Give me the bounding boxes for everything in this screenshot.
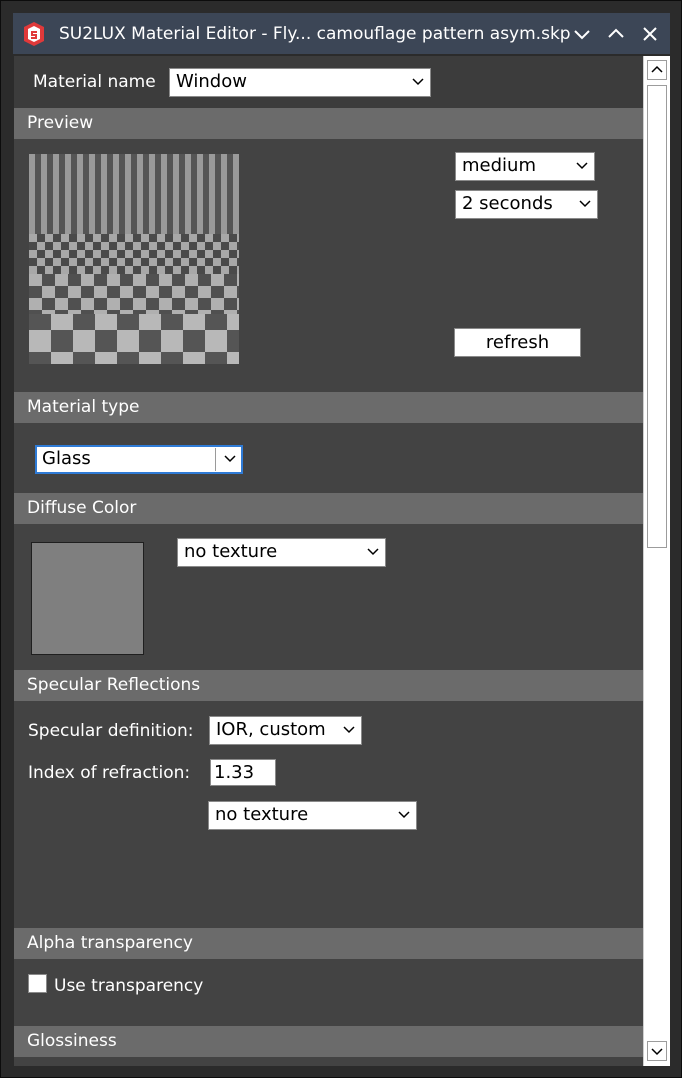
chevron-down-icon [579,200,591,208]
ior-input[interactable]: 1.33 [210,759,276,786]
chevron-down-icon [343,726,355,734]
refresh-button[interactable]: refresh [454,328,581,357]
scroll-up-button[interactable] [647,60,667,80]
chevron-down-icon [651,1048,663,1056]
preview-quality-select[interactable]: medium [455,152,595,181]
material-name-bar: Material name Window [14,56,643,108]
use-transparency-checkbox[interactable] [28,974,47,993]
preview-quality-value: medium [462,155,536,176]
vertical-scrollbar[interactable] [643,56,670,1066]
specular-texture-select[interactable]: no texture [208,801,417,830]
specular-texture-value: no texture [215,804,309,825]
material-type-select[interactable]: Glass [35,445,243,474]
diffuse-texture-value: no texture [184,541,278,562]
chevron-up-icon [651,65,663,73]
diffuse-color-header: Diffuse Color [14,493,643,524]
editor-content: Material name Window Preview medium 2 se… [14,56,643,1066]
scroll-down-button[interactable] [647,1041,667,1061]
chevron-down-icon [398,811,410,819]
material-preview-image [29,154,239,364]
specular-reflections-header: Specular Reflections [14,670,643,701]
chevron-down-icon [224,455,236,463]
close-icon[interactable] [637,21,663,47]
alpha-transparency-header: Alpha transparency [14,928,643,959]
material-name-label: Material name [33,72,156,92]
sketchup-logo-icon [24,22,44,46]
material-editor-window: SU2LUX Material Editor - Fly... camoufla… [0,0,682,1078]
chevron-down-icon [367,548,379,556]
material-type-value: Glass [42,448,91,469]
glossiness-header: Glossiness [14,1026,643,1057]
material-name-value: Window [176,71,247,92]
select-divider [215,448,216,471]
preview-time-value: 2 seconds [462,193,553,214]
material-type-header: Material type [14,392,643,423]
specular-definition-value: IOR, custom [216,719,326,740]
title-bar[interactable]: SU2LUX Material Editor - Fly... camoufla… [13,13,670,54]
preview-header: Preview [14,108,643,139]
chevron-down-icon[interactable] [569,21,595,47]
chevron-down-icon [412,78,424,86]
ior-label: Index of refraction: [28,763,191,783]
specular-definition-select[interactable]: IOR, custom [209,716,362,745]
use-transparency-label: Use transparency [54,976,204,996]
diffuse-texture-select[interactable]: no texture [177,538,386,567]
window-title: SU2LUX Material Editor - Fly... camoufla… [59,24,571,44]
diffuse-color-swatch[interactable] [31,542,144,655]
preview-time-select[interactable]: 2 seconds [455,190,598,219]
material-name-select[interactable]: Window [169,68,431,97]
specular-definition-label: Specular definition: [28,721,194,741]
scrollbar-thumb[interactable] [647,85,667,548]
maximize-chevron-up-icon[interactable] [603,21,629,47]
chevron-down-icon [576,162,588,170]
